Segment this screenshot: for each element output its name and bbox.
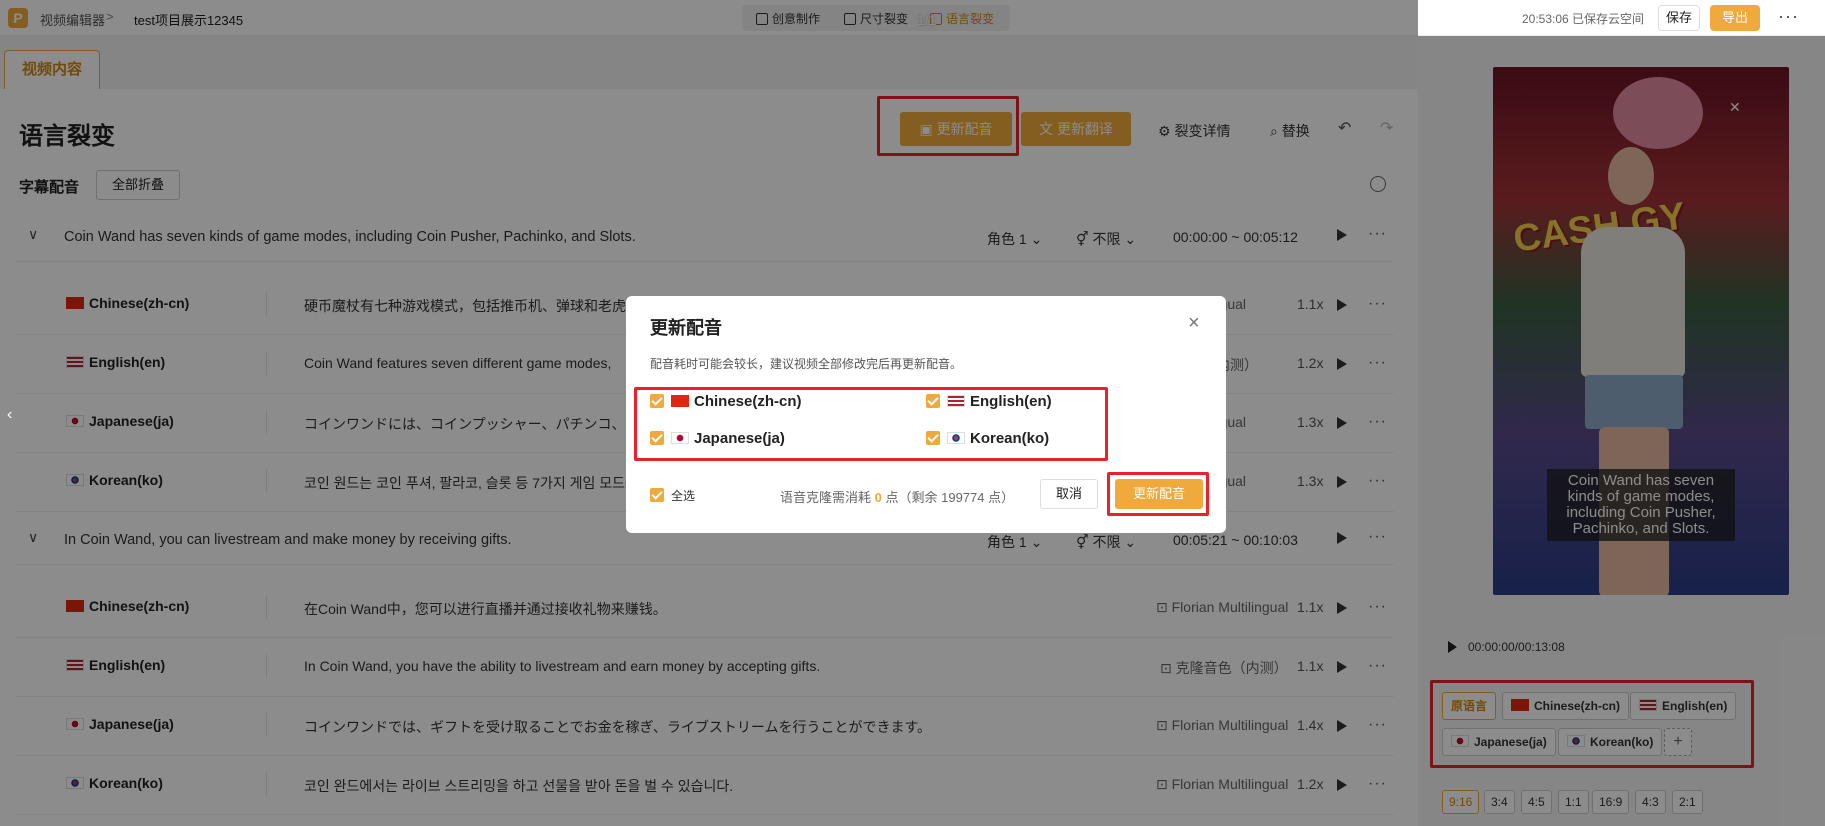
checkbox-label: Chinese(zh-cn) [694, 393, 802, 410]
flag-jp-icon [671, 432, 689, 444]
dialog-hint: 配音耗时可能会较长，建议视频全部修改完后再更新配音。 [650, 357, 963, 371]
update-dubbing-dialog: 更新配音 × 配音耗时可能会较长，建议视频全部修改完后再更新配音。 Chines… [626, 296, 1226, 533]
dialog-title: 更新配音 [650, 318, 722, 338]
highlight-confirm-button [1107, 472, 1209, 516]
checkbox-checked-icon [926, 394, 940, 408]
checkbox-zh[interactable]: Chinese(zh-cn) [650, 393, 802, 410]
checkbox-checked-icon [926, 431, 940, 445]
flag-us-icon [947, 395, 965, 407]
cost-value: 0 [874, 490, 882, 505]
checkbox-checked-icon [650, 488, 664, 502]
checkbox-checked-icon [650, 431, 664, 445]
cost-info: 语音克隆需消耗 0 点（剩余 199774 点） [780, 487, 1014, 506]
export-button[interactable]: 导出 [1710, 5, 1760, 31]
select-all-checkbox[interactable]: 全选 [650, 487, 695, 504]
save-button[interactable]: 保存 [1658, 5, 1700, 31]
cost-prefix: 语音克隆需消耗 [780, 490, 872, 505]
checkbox-ko[interactable]: Korean(ko) [926, 430, 1049, 447]
cost-suffix: 点（剩余 199774 点） [885, 490, 1015, 505]
more-icon[interactable]: ··· [1778, 6, 1799, 27]
checkbox-ja[interactable]: Japanese(ja) [650, 430, 785, 447]
select-all-label: 全选 [671, 489, 696, 503]
cancel-button[interactable]: 取消 [1040, 479, 1098, 509]
flag-cn-icon [671, 395, 689, 407]
checkbox-checked-icon [650, 394, 664, 408]
preview-panel: CASH GY ✕ Coin Wand has seven kinds of g… [1418, 36, 1825, 826]
checkbox-label: English(en) [970, 393, 1052, 410]
chevron-left-icon[interactable]: ‹ [7, 406, 12, 424]
checkbox-label: Korean(ko) [970, 430, 1050, 447]
close-icon[interactable]: × [1188, 312, 1200, 335]
preview-dim-overlay [1418, 36, 1825, 826]
flag-kr-icon [947, 432, 965, 444]
modal-backdrop[interactable]: ‹ 更新配音 × 配音耗时可能会较长，建议视频全部修改完后再更新配音。 Chin… [0, 0, 1418, 826]
checkbox-label: Japanese(ja) [694, 430, 785, 447]
checkbox-en[interactable]: English(en) [926, 393, 1052, 410]
save-status: 20:53:06 已保存云空间 [1522, 12, 1645, 26]
